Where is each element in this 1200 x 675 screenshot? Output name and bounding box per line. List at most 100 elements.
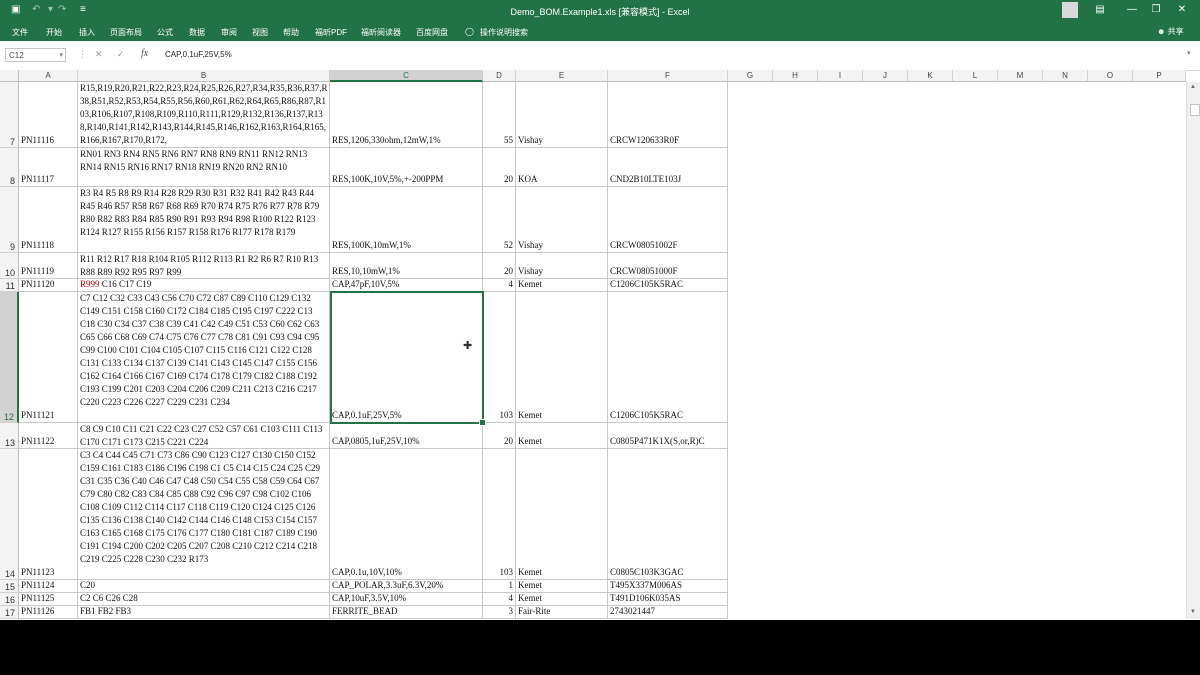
cell-d14[interactable]: 103 — [483, 449, 516, 580]
tab-home[interactable]: 开始 — [46, 27, 62, 38]
cell-c11[interactable]: CAP,47pF,10V,5% — [330, 279, 483, 292]
column-header-p[interactable]: P — [1133, 70, 1186, 82]
cell-c15[interactable]: CAP_POLAR,3.3uF,6.3V,20% — [330, 580, 483, 593]
avatar[interactable] — [1062, 2, 1078, 18]
column-header-l[interactable]: L — [953, 70, 998, 82]
scroll-up-icon[interactable]: ▲ — [1190, 84, 1196, 90]
column-header-k[interactable]: K — [908, 70, 953, 82]
cell-e7[interactable]: Vishay — [516, 82, 608, 148]
cell-e11[interactable]: Kemet — [516, 279, 608, 292]
cell-c10[interactable]: RES,10,10mW,1% — [330, 253, 483, 279]
tab-data[interactable]: 数据 — [189, 27, 205, 38]
cell-d12[interactable]: 103 — [483, 292, 516, 423]
row-header[interactable]: 13 — [0, 423, 19, 449]
cell-c16[interactable]: CAP,10uF,3.5V,10% — [330, 593, 483, 606]
cell-b7[interactable]: R15,R19,R20,R21,R22,R23,R24,R25,R26,R27,… — [78, 82, 330, 148]
row-header[interactable]: 11 — [0, 279, 19, 292]
row-header[interactable]: 10 — [0, 253, 19, 279]
cell-d11[interactable]: 4 — [483, 279, 516, 292]
row-header[interactable]: 9 — [0, 187, 19, 253]
cell-c12[interactable]: CAP,0.1uF,25V,5% — [330, 292, 483, 423]
cell-b17[interactable]: FB1 FB2 FB3 — [78, 606, 330, 619]
cell-c17[interactable]: FERRITE_BEAD — [330, 606, 483, 619]
row-header[interactable]: 12 — [0, 292, 19, 423]
cell-b9[interactable]: R3 R4 R5 R8 R9 R14 R28 R29 R30 R31 R32 R… — [78, 187, 330, 253]
formula-input[interactable]: CAP,0.1uF,25V,5% — [165, 50, 232, 59]
column-header-g[interactable]: G — [728, 70, 773, 82]
cell-a16[interactable]: PN11125 — [19, 593, 78, 606]
ribbon-display-icon[interactable]: ▤ — [1093, 3, 1107, 17]
row-header[interactable]: 16 — [0, 593, 19, 606]
share-button[interactable]: ☻ 共享 — [1157, 26, 1184, 37]
name-box[interactable]: C12 ▾ — [5, 48, 66, 62]
enter-icon[interactable]: ✓ — [117, 49, 125, 60]
cell-d7[interactable]: 55 — [483, 82, 516, 148]
vertical-scrollbar[interactable]: ▲ ▼ — [1186, 82, 1200, 619]
cell-c13[interactable]: CAP,0805,1uF,25V,10% — [330, 423, 483, 449]
cell-c9[interactable]: RES,100K,10mW,1% — [330, 187, 483, 253]
cell-d13[interactable]: 20 — [483, 423, 516, 449]
tab-baidu-netdisk[interactable]: 百度网盘 — [416, 27, 448, 38]
cell-c14[interactable]: CAP,0.1u,10V,10% — [330, 449, 483, 580]
cell-d17[interactable]: 3 — [483, 606, 516, 619]
cell-a17[interactable]: PN11126 — [19, 606, 78, 619]
row-header[interactable]: 7 — [0, 82, 19, 148]
cell-b14[interactable]: C3 C4 C44 C45 C71 C73 C86 C90 C123 C127 … — [78, 449, 330, 580]
column-header-h[interactable]: H — [773, 70, 818, 82]
column-header-j[interactable]: J — [863, 70, 908, 82]
cell-b12[interactable]: C7 C12 C32 C33 C43 C56 C70 C72 C87 C89 C… — [78, 292, 330, 423]
row-header[interactable]: 14 — [0, 449, 19, 580]
cell-d16[interactable]: 4 — [483, 593, 516, 606]
tab-foxit-pdf[interactable]: 福昕PDF — [315, 27, 347, 38]
cell-b13[interactable]: C8 C9 C10 C11 C21 C22 C23 C27 C52 C57 C6… — [78, 423, 330, 449]
cell-e17[interactable]: Fair-Rite — [516, 606, 608, 619]
cell-e8[interactable]: KOA — [516, 148, 608, 187]
cell-f9[interactable]: CRCW08051002F — [608, 187, 728, 253]
tab-help[interactable]: 帮助 — [283, 27, 299, 38]
column-header-e[interactable]: E — [516, 70, 608, 82]
column-header-d[interactable]: D — [483, 70, 516, 82]
cell-f10[interactable]: CRCW08051000F — [608, 253, 728, 279]
cell-a7[interactable]: PN11116 — [19, 82, 78, 148]
column-header-m[interactable]: M — [998, 70, 1043, 82]
scroll-down-icon[interactable]: ▼ — [1190, 609, 1196, 615]
cell-c8[interactable]: RES,100K,10V,5%,+-200PPM — [330, 148, 483, 187]
tab-file[interactable]: 文件 — [12, 27, 28, 38]
cell-f16[interactable]: T491D106K035AS — [608, 593, 728, 606]
cell-e10[interactable]: Vishay — [516, 253, 608, 279]
row-header[interactable]: 15 — [0, 580, 19, 593]
cancel-icon[interactable]: ✕ — [95, 49, 103, 60]
cell-a9[interactable]: PN11118 — [19, 187, 78, 253]
cell-f12[interactable]: C1206C105K5RAC — [608, 292, 728, 423]
cell-d8[interactable]: 20 — [483, 148, 516, 187]
cell-c7[interactable]: RES,1206,330ohm,12mW,1% — [330, 82, 483, 148]
tab-view[interactable]: 视图 — [252, 27, 268, 38]
column-header-b[interactable]: B — [78, 70, 330, 82]
column-header-a[interactable]: A — [19, 70, 78, 82]
close-icon[interactable]: ✕ — [1175, 3, 1189, 17]
insert-function-icon[interactable]: fx — [141, 48, 148, 59]
cell-f13[interactable]: C0805P471K1X(S,or,R)C — [608, 423, 728, 449]
row-header[interactable]: 8 — [0, 148, 19, 187]
cell-f17[interactable]: 2743021447 — [608, 606, 728, 619]
cell-b8[interactable]: RN01 RN3 RN4 RN5 RN6 RN7 RN8 RN9 RN11 RN… — [78, 148, 330, 187]
tab-page-layout[interactable]: 页面布局 — [110, 27, 142, 38]
cell-e15[interactable]: Kemet — [516, 580, 608, 593]
column-header-o[interactable]: O — [1088, 70, 1133, 82]
cell-d15[interactable]: 1 — [483, 580, 516, 593]
cell-a14[interactable]: PN11123 — [19, 449, 78, 580]
cell-b16[interactable]: C2 C6 C26 C28 — [78, 593, 330, 606]
column-header-i[interactable]: I — [818, 70, 863, 82]
tab-insert[interactable]: 插入 — [79, 27, 95, 38]
cell-a12[interactable]: PN11121 — [19, 292, 78, 423]
cell-b10[interactable]: R11 R12 R17 R18 R104 R105 R112 R113 R1 R… — [78, 253, 330, 279]
cell-d10[interactable]: 20 — [483, 253, 516, 279]
cell-e14[interactable]: Kemet — [516, 449, 608, 580]
tell-me-search[interactable]: 操作说明搜索 — [480, 27, 528, 38]
minimize-icon[interactable]: — — [1125, 3, 1139, 17]
empty-grid-area[interactable] — [728, 82, 1185, 619]
cell-f15[interactable]: T495X337M006AS — [608, 580, 728, 593]
select-all-corner[interactable] — [0, 70, 19, 82]
tab-review[interactable]: 审阅 — [221, 27, 237, 38]
cell-e13[interactable]: Kemet — [516, 423, 608, 449]
